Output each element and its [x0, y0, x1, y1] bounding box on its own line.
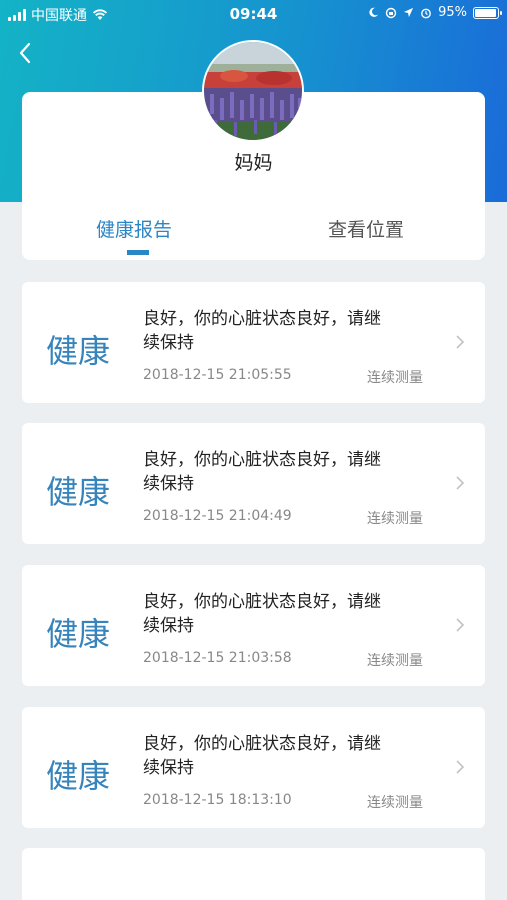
description-line: 良好，你的心脏状态良好，请继: [143, 734, 381, 754]
record-description: 良好，你的心脏状态良好，请继 续保持: [143, 448, 433, 496]
description-line: 续保持: [143, 758, 194, 778]
record-time: 2018-12-15 18:13:10: [143, 792, 292, 808]
alarm-icon: [421, 8, 431, 18]
chevron-right-icon: [456, 476, 465, 490]
health-status: 健康: [46, 473, 111, 511]
record-time: 2018-12-15 21:03:58: [143, 650, 292, 666]
status-bar: 中国联通 09:44 95%: [0, 0, 507, 30]
back-button[interactable]: [10, 38, 40, 68]
list-item[interactable]: [22, 848, 485, 900]
record-mode: 连续测量: [367, 795, 423, 811]
battery-percent: 95%: [438, 5, 467, 20]
description-line: 续保持: [143, 333, 194, 353]
health-status: 健康: [46, 615, 111, 653]
location-arrow-icon: [404, 7, 414, 18]
chevron-right-icon: [456, 618, 465, 632]
record-description: 良好，你的心脏状态良好，请继 续保持: [143, 590, 433, 638]
battery-icon: [473, 6, 502, 19]
health-status: 健康: [46, 332, 111, 370]
health-status: 健康: [46, 757, 111, 795]
list-item[interactable]: 健康 良好，你的心脏状态良好，请继 续保持 2018-12-15 18:13:1…: [22, 707, 485, 828]
tab-health-report[interactable]: 健康报告: [96, 215, 172, 242]
description-line: 续保持: [143, 616, 194, 636]
chevron-left-icon: [19, 42, 31, 64]
record-mode: 连续测量: [367, 653, 423, 669]
chevron-right-icon: [456, 760, 465, 774]
description-line: 良好，你的心脏状态良好，请继: [143, 592, 381, 612]
record-time: 2018-12-15 21:04:49: [143, 508, 292, 524]
description-line: 良好，你的心脏状态良好，请继: [143, 309, 381, 329]
description-line: 良好，你的心脏状态良好，请继: [143, 450, 381, 470]
record-description: 良好，你的心脏状态良好，请继 续保持: [143, 307, 433, 355]
rotation-lock-icon: [385, 7, 397, 18]
tab-view-location[interactable]: 查看位置: [328, 215, 404, 242]
profile-name: 妈妈: [234, 152, 273, 174]
chevron-right-icon: [456, 335, 465, 349]
status-right: 95%: [368, 5, 502, 20]
moon-icon: [369, 7, 379, 17]
active-tab-indicator: [127, 250, 149, 255]
record-mode: 连续测量: [367, 511, 423, 527]
description-line: 续保持: [143, 474, 194, 494]
list-item[interactable]: 健康 良好，你的心脏状态良好，请继 续保持 2018-12-15 21:03:5…: [22, 565, 485, 686]
avatar-photo: [204, 42, 302, 140]
list-item[interactable]: 健康 良好，你的心脏状态良好，请继 续保持 2018-12-15 21:04:4…: [22, 423, 485, 544]
record-mode: 连续测量: [367, 370, 423, 386]
avatar[interactable]: [202, 40, 304, 142]
record-time: 2018-12-15 21:05:55: [143, 367, 292, 383]
list-item[interactable]: 健康 良好，你的心脏状态良好，请继 续保持 2018-12-15 21:05:5…: [22, 282, 485, 403]
record-description: 良好，你的心脏状态良好，请继 续保持: [143, 732, 433, 780]
